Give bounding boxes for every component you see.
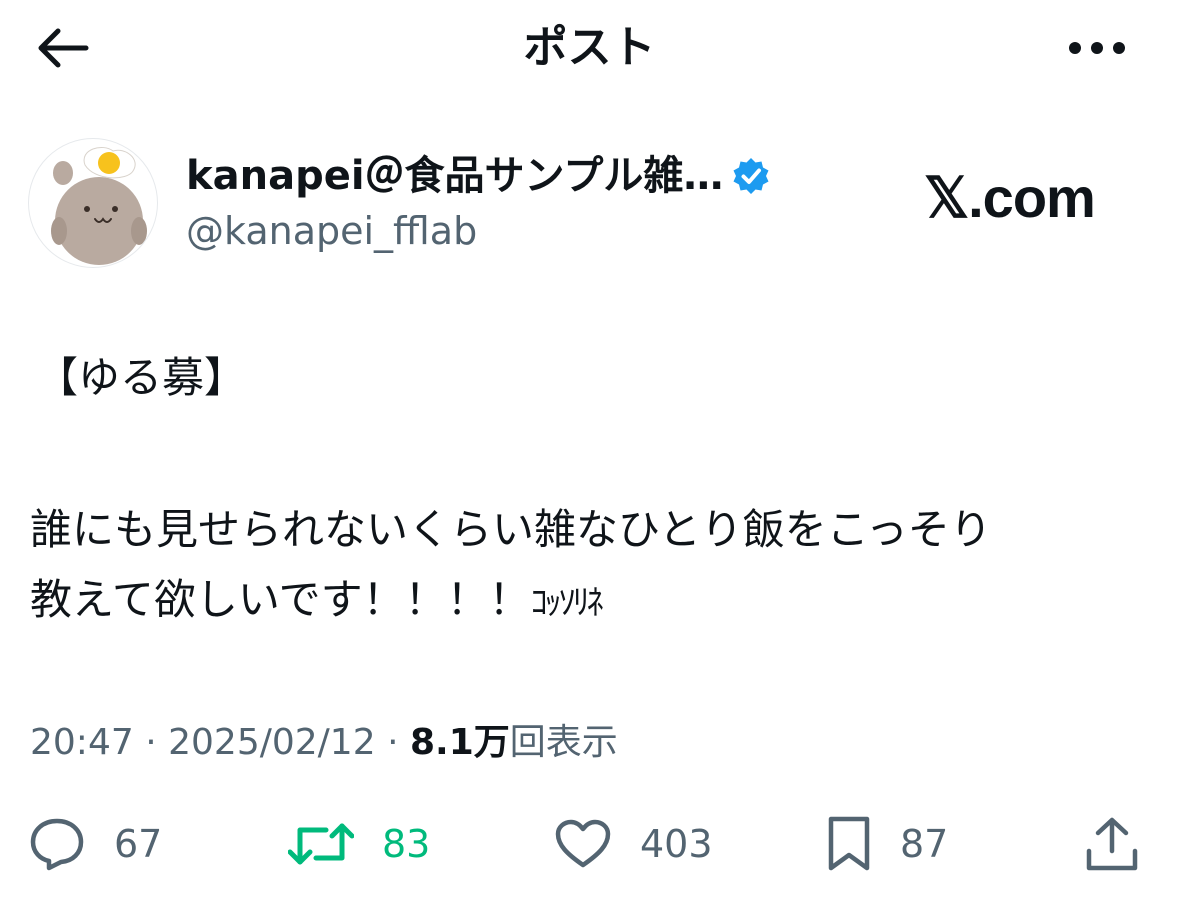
post-text-small: ｺｯｿﾘﾈ [530, 583, 604, 623]
more-button[interactable] [1060, 24, 1134, 72]
avatar-image [51, 147, 147, 265]
like-count: 403 [640, 822, 713, 866]
brand-text: 𝕏.com [924, 166, 1096, 229]
share-button[interactable] [1084, 814, 1140, 874]
reply-button[interactable]: 67 [28, 814, 162, 874]
bookmark-count: 87 [900, 822, 949, 866]
post-text-main: 教えて欲しいです！！！！ [30, 575, 531, 624]
views-count: 8.1万 [409, 722, 510, 763]
display-name[interactable]: kanapei＠食品サンプル雑… [186, 150, 723, 202]
action-bar: 67 83 403 87 [0, 800, 1179, 890]
repost-button[interactable]: 83 [288, 814, 430, 874]
bookmark-icon [828, 816, 870, 871]
post-text-line: 【ゆる募】 [36, 353, 247, 402]
avatar[interactable] [28, 138, 158, 268]
page-title: ポスト [523, 22, 656, 73]
post-meta: 20:47 · 2025/02/12 · 8.1万回表示 [30, 716, 618, 770]
verified-badge-icon [733, 158, 769, 194]
top-bar: ポスト [0, 0, 1179, 100]
repost-count: 83 [382, 822, 431, 866]
reply-count: 67 [114, 822, 163, 866]
user-handle[interactable]: @kanapei_fflab [186, 206, 477, 256]
more-horizontal-icon [1069, 42, 1125, 54]
views-label: 回表示 [509, 722, 618, 763]
like-button[interactable]: 403 [554, 814, 713, 874]
post-text-line: 誰にも見せられないくらい雑なひとり飯をこっそり [30, 505, 992, 554]
post-text-line: 教えて欲しいです！！！！ｺｯｿﾘﾈ [30, 566, 604, 637]
bookmark-button[interactable]: 87 [826, 814, 948, 874]
repost-icon [288, 823, 354, 865]
post-date[interactable]: 2025/02/12 [168, 722, 376, 763]
brand-watermark: 𝕏.com [924, 166, 1096, 229]
reply-icon [30, 818, 84, 871]
share-icon [1086, 817, 1138, 871]
post-time[interactable]: 20:47 [30, 722, 134, 763]
heart-icon [555, 819, 611, 868]
author-name-row[interactable]: kanapei＠食品サンプル雑… [186, 150, 771, 202]
meta-separator: · [145, 722, 157, 763]
meta-separator: · [387, 722, 399, 763]
